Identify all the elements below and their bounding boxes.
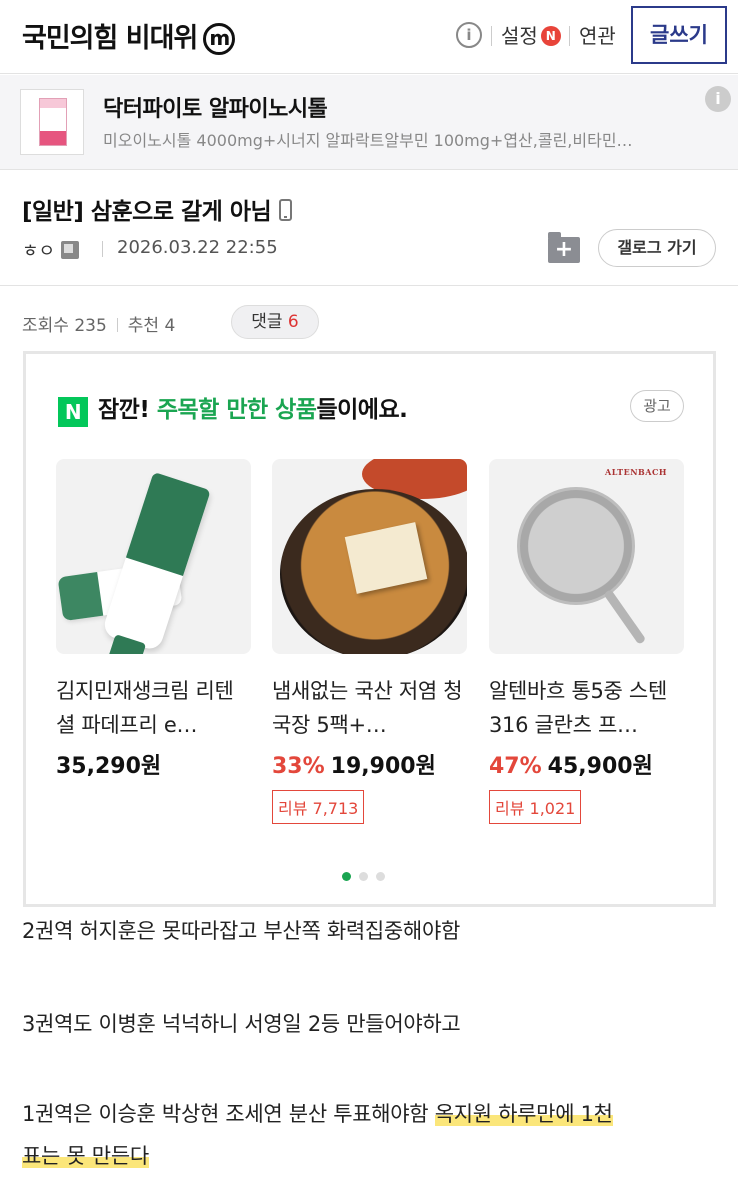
product-discount: 47% [489, 754, 542, 779]
ad-description: 미오이노시톨 4000mg+시너지 알파락트알부민 100mg+엽산,콜린,비타… [103, 131, 633, 150]
post-body-line: 1권역은 이승훈 박상현 조세연 분산 투표해야함 옥지원 하루만에 1천 [22, 1098, 613, 1128]
carousel-pagination [342, 866, 393, 885]
product-card[interactable]: 냄새없는 국산 저염 청국장 5팩+… 33% 19,900원 리뷰 7,713 [272, 459, 467, 824]
product-name[interactable]: 알텐바흐 통5중 스텐316 글란츠 프… [489, 674, 684, 744]
ad-banner[interactable]: 닥터파이토 알파이노시톨 미오이노시톨 4000mg+시너지 알파락트알부민 1… [0, 75, 738, 170]
write-button[interactable]: 글쓰기 [631, 6, 727, 64]
product-price: 35,290원 [56, 754, 162, 779]
product-price-row: 47% 45,900원 [489, 748, 684, 780]
product-price: 19,900원 [330, 754, 436, 779]
pan-handle-icon [603, 588, 647, 645]
new-badge-icon: N [540, 26, 561, 46]
recommended-products-box: N 잠깐! 주목할 만한 상품들이에요. 광고 김지민재생크림 리텐셜 파데프리 … [23, 351, 716, 907]
product-review-count: 리뷰 7,713 [272, 790, 365, 824]
member-icon [61, 241, 80, 259]
ad-info-icon[interactable]: i [705, 86, 731, 112]
divider [491, 26, 492, 46]
ad-title[interactable]: 닥터파이토 알파이노시톨 [103, 91, 328, 123]
product-discount: 33% [272, 754, 325, 779]
scrap-folder-icon[interactable]: + [548, 232, 580, 263]
product-price-row: 35,290원 [56, 748, 251, 780]
carousel-dot[interactable] [342, 872, 351, 881]
minor-gallery-icon: m [203, 23, 236, 55]
gallog-button[interactable]: 갤로그 가기 [598, 229, 716, 267]
brand-logo: ALTENBACH [605, 467, 667, 477]
info-icon[interactable]: i [456, 22, 482, 48]
ad-product-image[interactable] [20, 89, 84, 155]
supplement-box-icon [39, 98, 67, 146]
post-title: [일반] 삼훈으로 갈게 아님 [22, 192, 293, 226]
divider [102, 241, 103, 257]
post-body-line: 표는 못 만든다 [22, 1140, 149, 1170]
reply-count-button[interactable]: 댓글 6 [231, 305, 319, 339]
gallery-title-text[interactable]: 국민의힘 비대위 [22, 23, 198, 54]
product-image[interactable] [56, 459, 251, 654]
view-count: 조회수 235 [22, 316, 107, 336]
cream-tube-icon [101, 471, 211, 653]
carousel-dot[interactable] [376, 872, 385, 881]
recommend-count: 추천 4 [127, 316, 176, 336]
settings-link[interactable]: 설정 N [501, 20, 561, 49]
divider [0, 285, 738, 286]
carousel-dot[interactable] [359, 872, 368, 881]
reply-count: 6 [287, 312, 299, 332]
post-title-text: [일반] 삼훈으로 갈게 아님 [22, 199, 272, 225]
post-body-line: 2권역 허지훈은 못따라잡고 부산쪽 화력집중해야함 [22, 919, 460, 943]
settings-label: 설정 [501, 24, 538, 48]
reco-head-suffix: 들이에요. [316, 397, 408, 423]
author-nickname[interactable]: ㅎㅇ [22, 241, 55, 262]
post-author[interactable]: ㅎㅇ [22, 237, 80, 263]
reco-head-highlight: 주목할 만한 상품 [156, 397, 317, 423]
product-price: 45,900원 [547, 754, 653, 779]
post-stats: 조회수 235 추천 4 [22, 311, 175, 336]
highlighted-text: 옥지원 하루만에 1천 [434, 1102, 613, 1126]
ad-label[interactable]: 광고 [630, 390, 684, 422]
divider [116, 318, 118, 332]
product-image[interactable]: ALTENBACH [489, 459, 684, 654]
reco-head-prefix: 잠깐! [98, 397, 157, 423]
product-card[interactable]: 김지민재생크림 리텐셜 파데프리 e… 35,290원 [56, 459, 251, 780]
reco-heading: N 잠깐! 주목할 만한 상품들이에요. [58, 390, 408, 427]
post-body-text: 1권역은 이승훈 박상현 조세연 분산 투표해야함 [22, 1102, 435, 1126]
product-card[interactable]: ALTENBACH 알텐바흐 통5중 스텐316 글란츠 프… 47% 45,90… [489, 459, 684, 824]
post-body-line: 3권역도 이병훈 넉넉하니 서영일 2등 만들어야하고 [22, 1012, 461, 1036]
product-price-row: 33% 19,900원 [272, 748, 467, 780]
related-link[interactable]: 연관 [579, 20, 616, 49]
product-name[interactable]: 김지민재생크림 리텐셜 파데프리 e… [56, 674, 251, 744]
divider [569, 26, 570, 46]
product-review-count: 리뷰 1,021 [489, 790, 582, 824]
reply-label: 댓글 [251, 312, 283, 332]
naver-logo-icon: N [58, 397, 88, 427]
top-header: 국민의힘 비대위 m i 설정 N 연관 글쓰기 [0, 0, 738, 74]
gallery-title[interactable]: 국민의힘 비대위 m [22, 16, 236, 55]
product-image[interactable] [272, 459, 467, 654]
product-name[interactable]: 냄새없는 국산 저염 청국장 5팩+… [272, 674, 467, 744]
frying-pan-icon [517, 487, 635, 605]
mobile-icon [279, 199, 293, 221]
highlighted-text: 표는 못 만든다 [22, 1144, 149, 1168]
post-date: 2026.03.22 22:55 [117, 237, 278, 258]
